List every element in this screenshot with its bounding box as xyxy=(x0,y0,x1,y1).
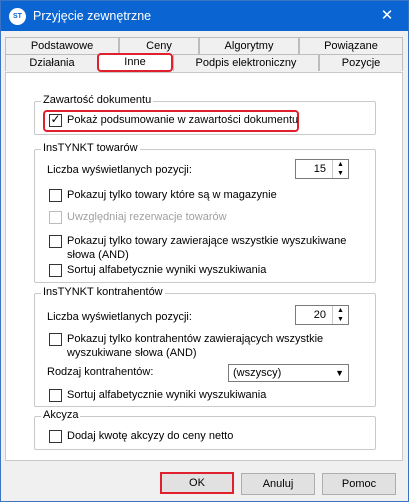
group-title: Akcyza xyxy=(41,409,81,421)
only-in-stock-label: Pokazuj tylko towary które są w magazyni… xyxy=(67,189,277,201)
sort-alpha-towary-label: Sortuj alfabetycznie wyniki wyszukiwania xyxy=(67,264,267,276)
checkbox-box[interactable] xyxy=(49,189,62,202)
group-title: Zawartość dokumentu xyxy=(41,94,154,106)
window-title: Przyjęcie zewnętrzne xyxy=(33,9,152,23)
spin-up-icon[interactable]: ▲ xyxy=(333,306,348,315)
tab-inne[interactable]: Inne xyxy=(97,53,173,72)
app-icon: ST xyxy=(9,8,26,25)
checkbox-box[interactable] xyxy=(49,235,62,248)
spinner-arrows[interactable]: ▲ ▼ xyxy=(332,160,348,178)
group-instynkt-kontrahentow: InsTYNKT kontrahentów Liczba wyświetlany… xyxy=(34,286,376,407)
all-words-towary-label-1: Pokazuj tylko towary zawierające wszystk… xyxy=(67,235,347,247)
check-icon: ✓ xyxy=(50,112,61,126)
cancel-button[interactable]: Anuluj xyxy=(241,473,315,495)
spinner-value: 20 xyxy=(313,309,326,321)
kontrahenci-count-label: Liczba wyświetlanych pozycji: xyxy=(47,311,192,323)
checkbox-box xyxy=(49,211,62,224)
group-title: InsTYNKT towarów xyxy=(41,142,140,154)
reservations-label: Uwzględniaj rezerwacje towarów xyxy=(67,211,227,223)
towary-count-spinner[interactable]: 15 ▲ ▼ xyxy=(295,159,349,179)
all-words-kontrahenci-label-1: Pokazuj tylko kontrahentów zawierających… xyxy=(67,333,324,345)
dialog-window: ST Przyjęcie zewnętrzne ✕ Podstawowe Cen… xyxy=(0,0,409,502)
checkbox-box[interactable] xyxy=(49,333,62,346)
spin-down-icon[interactable]: ▼ xyxy=(333,169,348,178)
tab-algorytmy[interactable]: Algorytmy xyxy=(199,37,299,54)
summary-checkbox[interactable]: ✓ Pokaż podsumowanie w zawartości dokume… xyxy=(49,112,298,128)
chevron-down-icon[interactable]: ▼ xyxy=(335,368,344,378)
select-value: (wszyscy) xyxy=(233,367,282,379)
all-words-towary-label-2: słowa (AND) xyxy=(67,249,129,261)
sort-alpha-kontrahenci-checkbox[interactable]: Sortuj alfabetycznie wyniki wyszukiwania xyxy=(49,388,369,403)
checkbox-box[interactable] xyxy=(49,430,62,443)
spinner-arrows[interactable]: ▲ ▼ xyxy=(332,306,348,324)
checkbox-box[interactable] xyxy=(49,264,62,277)
tab-panel-inne: Zawartość dokumentu ✓ Pokaż podsumowanie… xyxy=(5,72,403,461)
checkbox-box[interactable] xyxy=(49,389,62,402)
sort-alpha-kontrahenci-label: Sortuj alfabetycznie wyniki wyszukiwania xyxy=(67,389,267,401)
help-button[interactable]: Pomoc xyxy=(322,473,396,495)
tab-podstawowe[interactable]: Podstawowe xyxy=(5,37,119,54)
reservations-checkbox: Uwzględniaj rezerwacje towarów xyxy=(49,210,369,225)
spin-up-icon[interactable]: ▲ xyxy=(333,160,348,169)
add-excise-label: Dodaj kwotę akcyzy do ceny netto xyxy=(67,430,234,442)
group-title: InsTYNKT kontrahentów xyxy=(41,286,165,298)
add-excise-checkbox[interactable]: Dodaj kwotę akcyzy do ceny netto xyxy=(49,429,369,444)
spinner-value: 15 xyxy=(313,163,326,175)
all-words-kontrahenci-checkbox[interactable]: Pokazuj tylko kontrahentów zawierających… xyxy=(49,332,369,362)
only-in-stock-checkbox[interactable]: Pokazuj tylko towary które są w magazyni… xyxy=(49,188,369,203)
ok-button[interactable]: OK xyxy=(160,472,234,494)
tab-dzialania[interactable]: Działania xyxy=(5,54,99,71)
summary-checkbox-label: Pokaż podsumowanie w zawartości dokument… xyxy=(67,114,299,126)
sort-alpha-towary-checkbox[interactable]: Sortuj alfabetycznie wyniki wyszukiwania xyxy=(49,263,369,278)
group-instynkt-towarow: InsTYNKT towarów Liczba wyświetlanych po… xyxy=(34,142,376,283)
all-words-towary-checkbox[interactable]: Pokazuj tylko towary zawierające wszystk… xyxy=(49,234,369,264)
title-bar[interactable]: ST Przyjęcie zewnętrzne ✕ xyxy=(1,1,408,31)
tab-podpis-elektroniczny[interactable]: Podpis elektroniczny xyxy=(173,54,319,71)
close-icon[interactable]: ✕ xyxy=(373,5,401,27)
tab-powiazane[interactable]: Powiązane xyxy=(299,37,403,54)
group-akcyza: Akcyza Dodaj kwotę akcyzy do ceny netto xyxy=(34,409,376,450)
tab-ceny[interactable]: Ceny xyxy=(119,37,199,54)
spin-down-icon[interactable]: ▼ xyxy=(333,315,348,324)
tab-pozycje[interactable]: Pozycje xyxy=(319,54,403,71)
kontrahenci-type-select[interactable]: (wszyscy) ▼ xyxy=(228,364,349,382)
checkbox-box[interactable]: ✓ xyxy=(49,112,62,127)
kontrahenci-count-spinner[interactable]: 20 ▲ ▼ xyxy=(295,305,349,325)
towary-count-label: Liczba wyświetlanych pozycji: xyxy=(47,164,192,176)
all-words-kontrahenci-label-2: wyszukiwane słowa (AND) xyxy=(67,347,197,359)
kontrahenci-type-label: Rodzaj kontrahentów: xyxy=(47,366,154,378)
